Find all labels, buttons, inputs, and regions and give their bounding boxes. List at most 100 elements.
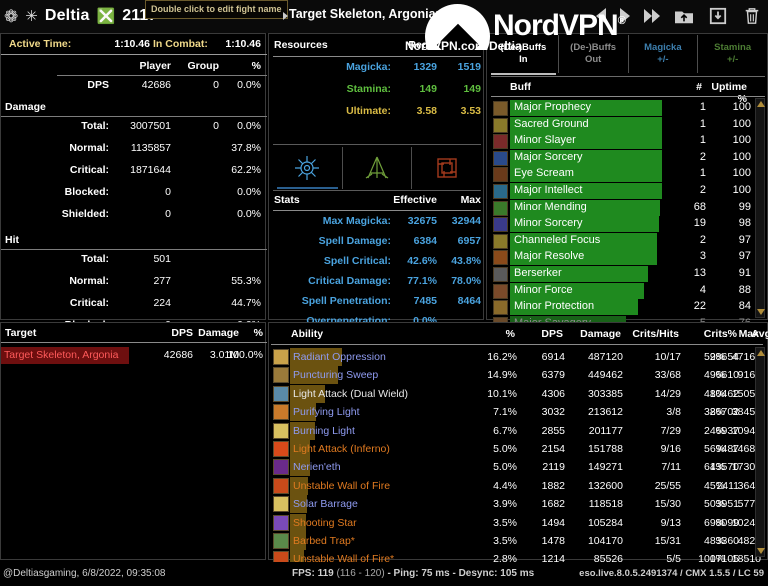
health-stats-tab[interactable] [411, 147, 481, 189]
resource-label: Magicka: [346, 61, 391, 73]
ability-list-scrollbar[interactable] [755, 347, 765, 557]
ability-name: Purifying Light [293, 406, 360, 419]
ability-percent: 14.9% [487, 369, 517, 382]
buff-row[interactable]: Minor Slayer 1 100 [491, 133, 763, 150]
resources-header-title: Resources [274, 39, 328, 51]
buff-row[interactable]: Eye Scream 1 100 [491, 166, 763, 183]
export-button[interactable] [674, 7, 694, 25]
buff-count: 1 [699, 134, 706, 147]
stat-row-player: 224 [153, 297, 171, 309]
scroll-down-icon[interactable] [757, 548, 765, 554]
buff-row[interactable]: Major Sorcery 2 100 [491, 149, 763, 167]
buff-count: 1 [699, 117, 706, 130]
magicka-stats-tab[interactable] [273, 147, 342, 189]
stat-row-percent: 44.7% [231, 297, 261, 309]
ability-row[interactable]: Light Attack (Inferno) 5.0% 2154 151788 9/16… [271, 440, 763, 459]
ability-percent: 5.0% [493, 443, 517, 455]
buff-uptime: 98 [738, 217, 751, 230]
ability-dps: 1478 [541, 535, 565, 547]
combat-metrics-window: ❁ ✳ Deltia ❎ 2117 Double click to edit f… [0, 0, 768, 586]
ability-row[interactable]: Light Attack (Dual Wield) 10.1% 4306 303385… [271, 384, 763, 404]
buff-uptime: 84 [738, 300, 751, 313]
buff-count: 4 [699, 283, 706, 296]
stat-detail-max: 6957 [457, 235, 481, 247]
fight-title-caret-icon [283, 12, 288, 20]
buff-tab-1[interactable]: (De-)Buffs In [489, 35, 558, 75]
ability-row[interactable]: Shooting Star 3.5% 1494 105284 9/13 69% 8099 10… [271, 513, 763, 533]
stat-row-label: Critical: [69, 297, 109, 309]
buff-row[interactable]: Major Prophecy 1 100 [491, 100, 763, 117]
save-button[interactable] [708, 7, 728, 25]
ability-name: Puncturing Sweep [293, 369, 379, 382]
fight-title[interactable]: Target Skeleton, Argonian [289, 7, 443, 21]
buff-row[interactable]: Minor Sorcery 19 98 [491, 216, 763, 233]
buff-tab-3[interactable]: Magicka +/- [627, 35, 698, 73]
buff-row[interactable]: Major Resolve 3 97 [491, 249, 763, 266]
stamina-rune-icon [365, 156, 389, 179]
ability-column-header-max: Max [738, 328, 759, 340]
stat-detail-effective: 77.1% [407, 275, 437, 287]
ability-max: 47163 [731, 351, 761, 363]
scroll-up-icon[interactable] [757, 350, 765, 356]
section-title-hit: Hit [5, 234, 19, 246]
player-identity: ❁ ✳ Deltia ❎ 2117 [4, 2, 157, 30]
buff-row[interactable]: Major Intellect 2 100 [491, 183, 763, 200]
previous-fight-button[interactable] [596, 8, 606, 24]
buff-ability-icon [493, 250, 508, 266]
ability-percent: 10.1% [487, 387, 517, 400]
last-fight-button[interactable] [644, 9, 660, 23]
buff-row[interactable]: Minor Mending 68 99 [491, 199, 763, 217]
ability-percent: 5.0% [493, 461, 517, 474]
buff-column-header-count: # [696, 81, 702, 93]
next-fight-button[interactable] [620, 8, 630, 24]
ability-dps: 2154 [541, 443, 565, 455]
ability-max: 17302 [731, 461, 761, 474]
scroll-up-icon[interactable] [757, 101, 765, 107]
ability-row[interactable]: Barbed Trap* 3.5% 1478 104170 15/31 48% 3360 48… [271, 532, 763, 551]
ability-row[interactable]: Radiant Oppression 16.2% 6914 487120 10/17 59… [271, 348, 763, 367]
buff-uptime: 97 [738, 250, 751, 263]
buff-row[interactable]: Minor Protection 22 84 [491, 299, 763, 316]
ability-row[interactable]: Solar Barrage 3.9% 1682 118518 15/30 50% 3951 5… [271, 495, 763, 514]
buff-name: Minor Mending [514, 200, 587, 213]
buff-row[interactable]: Sacred Ground 1 100 [491, 116, 763, 134]
buff-list-scrollbar[interactable] [755, 98, 765, 318]
buff-row[interactable]: Berserker 13 91 [491, 266, 763, 283]
resource-row: Magicka: 1329 1519 [269, 61, 485, 81]
ability-name: Light Attack (Dual Wield) [293, 387, 408, 400]
buff-row[interactable]: Minor Force 4 88 [491, 282, 763, 300]
stat-row-percent: 0.0% [237, 120, 261, 132]
stat-row-label: Normal: [69, 275, 109, 287]
player-name: Deltia [44, 7, 90, 24]
ability-max: 10943 [731, 424, 761, 437]
target-row[interactable]: Target Skeleton, Argonia 42686 3.01M 100.0% [1, 347, 267, 364]
buff-name: Major Intellect [514, 184, 583, 196]
stamina-stats-tab[interactable] [341, 147, 412, 189]
buff-count: 22 [693, 300, 706, 313]
column-header-percent: % [251, 60, 261, 72]
divider [57, 75, 267, 76]
buff-row[interactable]: Channeled Focus 2 97 [491, 232, 763, 250]
buff-ability-icon [493, 300, 508, 316]
column-header-group: Group [187, 60, 220, 72]
ability-row[interactable]: Nerien'eth 5.0% 2119 149271 7/11 64% 13570 1730… [271, 458, 763, 477]
ability-icon [273, 422, 289, 439]
buff-tab-line1: (De-)Buffs [500, 42, 547, 53]
ability-row[interactable]: Puncturing Sweep 14.9% 6379 449462 33/68 49% 6… [271, 366, 763, 385]
ability-name: Nerien'eth [293, 461, 341, 474]
resource-reg: 3.58 [416, 105, 437, 117]
ability-max: 3649 [737, 479, 761, 492]
ability-row[interactable]: Burning Light 6.7% 2855 201177 7/29 24% 6937 10… [271, 421, 763, 441]
stat-detail-row: Spell Critical: 42.6% 43.8% [269, 255, 485, 275]
buff-tab-2[interactable]: (De-)Buffs Out [557, 35, 628, 73]
status-bar: @Deltiasgaming, 6/8/2022, 09:35:08 FPS: … [0, 562, 768, 586]
delete-button[interactable] [742, 7, 762, 25]
ability-max: 10248 [731, 516, 761, 529]
buff-tab-4[interactable]: Stamina +/- [697, 35, 767, 73]
ability-row[interactable]: Unstable Wall of Fire 4.4% 1882 132600 25/55… [271, 476, 763, 496]
ability-max: 15058 [731, 387, 761, 400]
buff-uptime: 97 [738, 233, 751, 246]
scroll-down-icon[interactable] [757, 309, 765, 315]
ability-max: 4821 [737, 535, 761, 547]
ability-row[interactable]: Purifying Light 7.1% 3032 213612 3/8 38% 26702… [271, 403, 763, 422]
